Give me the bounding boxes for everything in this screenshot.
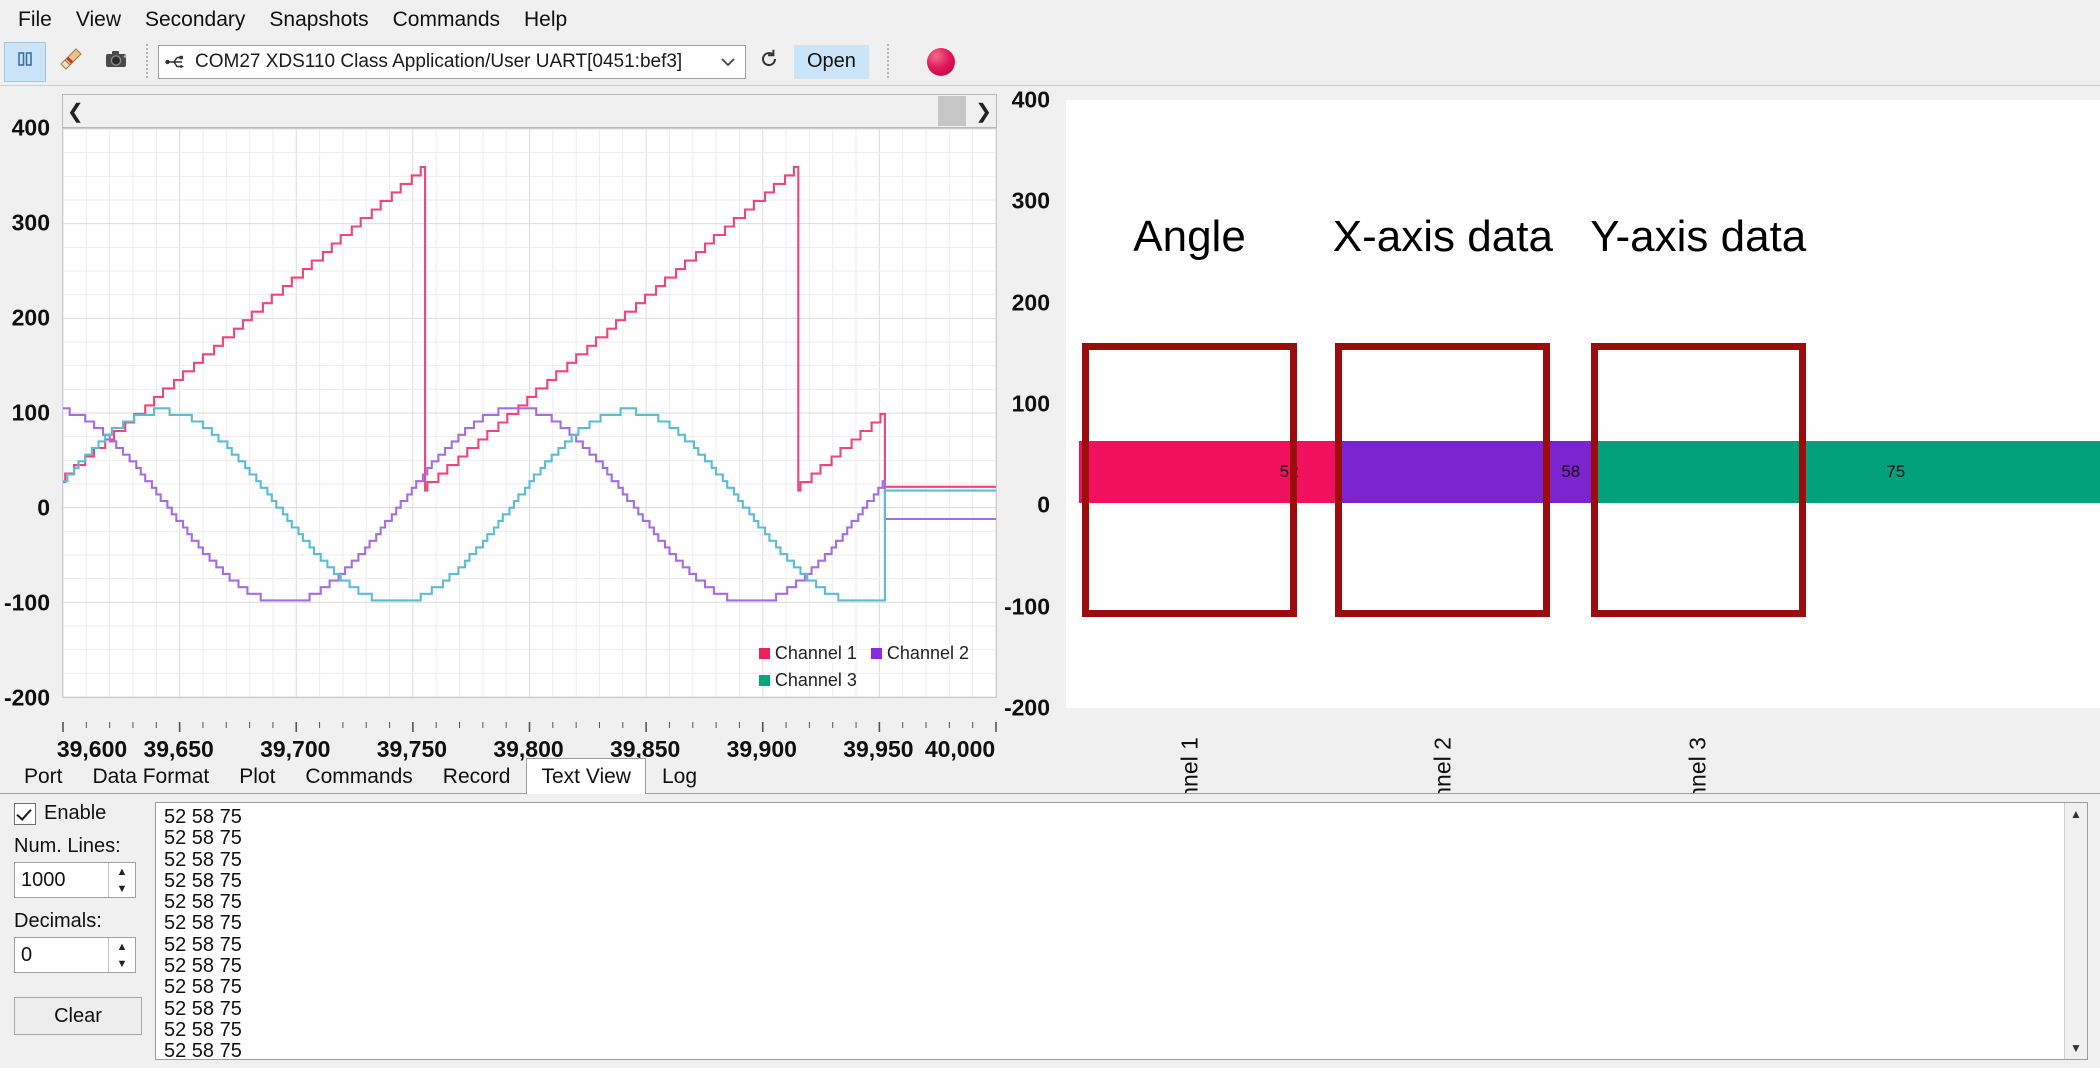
clear-plot-button[interactable] (50, 42, 92, 82)
left-chart-y-tick: -100 (4, 590, 50, 617)
highlight-box-angle (1082, 343, 1297, 617)
left-chart-y-axis: 400 300 200 100 0 -100 -200 (0, 94, 62, 724)
caret-down-icon[interactable]: ▼ (109, 955, 135, 972)
snapshot-button[interactable] (96, 42, 138, 82)
decimals-input[interactable] (15, 938, 109, 972)
left-chart-y-tick: 300 (12, 210, 50, 237)
menu-item-commands[interactable]: Commands (381, 5, 512, 35)
decimals-stepper[interactable]: ▲ ▼ (14, 937, 136, 973)
caret-up-icon[interactable]: ▲ (2065, 803, 2087, 825)
menu-item-view[interactable]: View (64, 5, 133, 35)
right-chart-y-tick: -100 (1004, 593, 1050, 620)
text-view-vertical-scrollbar[interactable]: ▲ ▼ (2064, 803, 2087, 1059)
tab-log[interactable]: Log (648, 760, 711, 794)
right-chart-plot-area[interactable]: 525875AngleX-axis dataY-axis data (1066, 100, 2100, 708)
camera-icon (103, 45, 131, 78)
decimals-label: Decimals: (14, 910, 154, 933)
num-lines-input[interactable] (15, 863, 109, 897)
bar-value-channel-2: 58 (1561, 462, 1580, 482)
toolbar-grip-2[interactable] (885, 44, 893, 80)
serial-port-combobox[interactable]: COM27 XDS110 Class Application/User UART… (158, 45, 746, 79)
legend-label-channel-1: Channel 1 (775, 640, 857, 667)
bar-value-channel-3: 75 (1886, 462, 1905, 482)
text-view-output[interactable]: 52 58 75 52 58 75 52 58 75 52 58 75 52 5… (155, 802, 2088, 1060)
chevron-down-icon[interactable] (711, 46, 745, 78)
highlight-box-x-axis-data (1335, 343, 1550, 617)
enable-checkbox[interactable] (14, 803, 36, 825)
left-chart-y-tick: 100 (12, 400, 50, 427)
toolbar: COM27 XDS110 Class Application/User UART… (0, 38, 2100, 86)
caret-up-icon[interactable]: ▲ (109, 938, 135, 955)
charts-area: 400 300 200 100 0 -100 -200 ❮ ❯ Channel 1 Chan… (0, 86, 2100, 766)
right-chart-y-tick: 100 (1012, 391, 1050, 418)
annotation-x-axis-data: X-axis data (1333, 212, 1553, 262)
decimals-spin-buttons[interactable]: ▲ ▼ (108, 938, 135, 972)
enable-checkbox-row[interactable]: Enable (14, 802, 154, 825)
usb-icon (165, 54, 187, 70)
left-chart-legend: Channel 1 Channel 2 Channel 3 (759, 640, 983, 694)
left-chart-y-tick: 0 (37, 495, 50, 522)
right-chart-y-tick: -200 (1004, 695, 1050, 722)
open-port-button[interactable]: Open (794, 45, 869, 79)
legend-swatch-channel-1 (759, 648, 770, 659)
legend-label-channel-2: Channel 2 (887, 640, 969, 667)
menu-item-snapshots[interactable]: Snapshots (257, 5, 380, 35)
menu-item-secondary[interactable]: Secondary (133, 5, 257, 35)
refresh-ports-button[interactable] (752, 45, 786, 79)
legend-swatch-channel-2 (871, 648, 882, 659)
scrollbar-thumb[interactable] (938, 96, 966, 126)
clear-button[interactable]: Clear (14, 997, 142, 1035)
menu-bar: File View Secondary Snapshots Commands H… (0, 0, 2100, 40)
annotation-angle: Angle (1133, 212, 1246, 262)
tab-commands[interactable]: Commands (291, 760, 426, 794)
legend-swatch-channel-3 (759, 675, 770, 686)
toolbar-grip[interactable] (144, 44, 152, 80)
left-chart-y-tick: 200 (12, 305, 50, 332)
tab-text-view[interactable]: Text View (526, 758, 646, 795)
serial-plot-application: File View Secondary Snapshots Commands H… (0, 0, 2100, 1068)
chevron-left-icon[interactable]: ❮ (67, 99, 84, 124)
channel-bar-chart: 4003002001000-100-200 525875AngleX-axis … (1000, 86, 2100, 766)
legend-label-channel-3: Channel 3 (775, 667, 857, 694)
enable-label: Enable (44, 802, 106, 825)
left-chart-plot-area[interactable] (62, 128, 997, 698)
num-lines-label: Num. Lines: (14, 835, 154, 858)
text-view-panel: Enable Num. Lines: ▲ ▼ Decimals: ▲ ▼ Cle… (0, 794, 2100, 1068)
serial-port-value: COM27 XDS110 Class Application/User UART… (187, 51, 682, 73)
tab-data-format[interactable]: Data Format (79, 760, 224, 794)
settings-tabs: PortData FormatPlotCommandsRecordText Vi… (0, 758, 2100, 794)
left-chart-horizontal-scrollbar[interactable]: ❮ ❯ (62, 94, 997, 128)
num-lines-stepper[interactable]: ▲ ▼ (14, 862, 136, 898)
left-chart-y-tick: -200 (4, 685, 50, 712)
caret-down-icon[interactable]: ▼ (2065, 1037, 2087, 1059)
caret-down-icon[interactable]: ▼ (109, 880, 135, 897)
text-view-output-lines: 52 58 75 52 58 75 52 58 75 52 58 75 52 5… (164, 807, 242, 1060)
timeseries-chart: 400 300 200 100 0 -100 -200 ❮ ❯ Channel 1 Chan… (0, 86, 1000, 766)
right-chart-y-tick: 200 (1012, 289, 1050, 316)
tab-port[interactable]: Port (10, 760, 77, 794)
num-lines-spin-buttons[interactable]: ▲ ▼ (108, 863, 135, 897)
right-chart-y-tick: 0 (1037, 492, 1050, 519)
right-chart-y-axis: 4003002001000-100-200 (1000, 94, 1062, 714)
tab-plot[interactable]: Plot (225, 760, 289, 794)
refresh-icon (758, 48, 780, 75)
caret-up-icon[interactable]: ▲ (109, 863, 135, 880)
right-chart-y-tick: 300 (1012, 188, 1050, 215)
pause-button[interactable] (4, 42, 46, 82)
highlight-box-y-axis-data (1591, 343, 1806, 617)
tab-record[interactable]: Record (429, 760, 525, 794)
text-view-controls: Enable Num. Lines: ▲ ▼ Decimals: ▲ ▼ Cle… (14, 802, 154, 1060)
chevron-right-icon[interactable]: ❯ (975, 99, 992, 124)
brush-icon (57, 45, 85, 78)
annotation-y-axis-data: Y-axis data (1590, 212, 1806, 262)
left-chart-y-tick: 400 (12, 115, 50, 142)
menu-item-file[interactable]: File (6, 5, 64, 35)
right-chart-y-tick: 400 (1012, 87, 1050, 114)
pause-icon (14, 48, 36, 75)
left-chart-plot-wrapper: ❮ ❯ Channel 1 Channel 2 (62, 94, 997, 724)
record-status-dot[interactable] (927, 48, 955, 76)
menu-item-help[interactable]: Help (512, 5, 579, 35)
